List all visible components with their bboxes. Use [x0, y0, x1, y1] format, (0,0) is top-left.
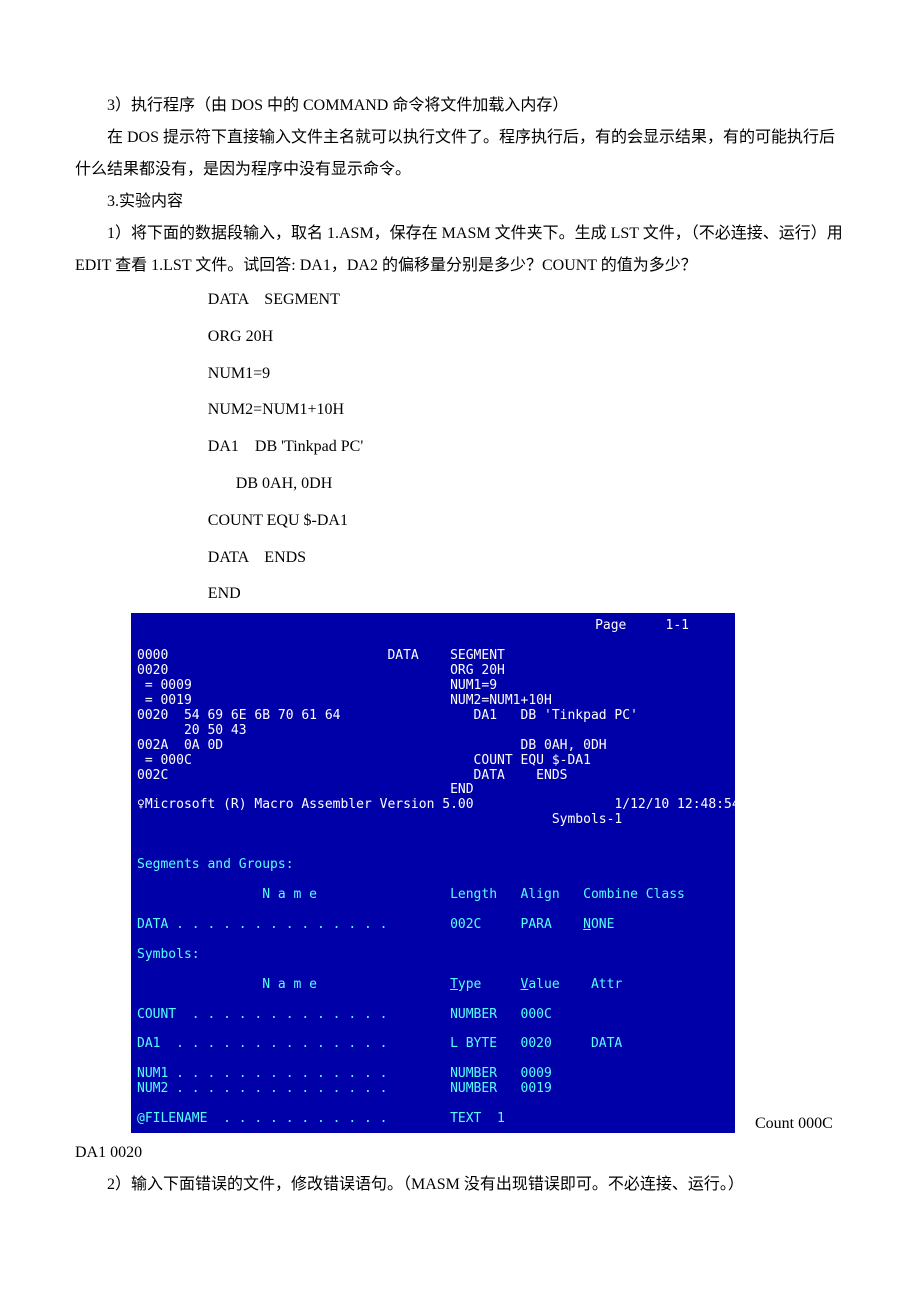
symbols-row-da1: DA1 . . . . . . . . . . . . . . L BYTE 0…: [137, 1036, 622, 1051]
lst-line: END: [137, 782, 474, 797]
paragraph-task2: 2）输入下面错误的文件，修改错误语句。（MASM 没有出现错误即可。不必连接、运…: [75, 1169, 845, 1201]
segments-columns: N a m e Length Align Combine Class: [137, 887, 685, 902]
symbols-columns: N a m e Type Value Attr: [137, 977, 622, 992]
lst-terminal-output: Page 1-1 0000 DATA SEGMENT 0020 ORG 20H …: [131, 613, 735, 1133]
answer-da1: DA1 0020: [75, 1137, 845, 1169]
code-line: NUM2=NUM1+10H: [208, 392, 845, 429]
lst-line: 0020 54 69 6E 6B 70 61 64 DA1 DB 'Tinkpa…: [137, 708, 638, 723]
code-line: NUM1=9: [208, 356, 845, 393]
code-line: END: [208, 576, 845, 613]
assembler-version: ♀Microsoft (R) Macro Assembler Version 5…: [137, 797, 474, 812]
symbols-label: Symbols-1: [137, 812, 622, 827]
lst-line: 0020 ORG 20H: [137, 663, 505, 678]
paragraph-dos-explain: 在 DOS 提示符下直接输入文件主名就可以执行文件了。程序执行后，有的会显示结果…: [75, 122, 845, 186]
paragraph-step3: 3）执行程序（由 DOS 中的 COMMAND 命令将文件加载入内存）: [75, 90, 845, 122]
lst-line: 002A 0A 0D DB 0AH, 0DH: [137, 738, 607, 753]
segments-row-data: DATA . . . . . . . . . . . . . . 002C PA…: [137, 917, 614, 932]
code-line: DA1 DB 'Tinkpad PC': [208, 429, 845, 466]
lst-line: 0000 DATA SEGMENT: [137, 648, 505, 663]
symbols-row-count: COUNT . . . . . . . . . . . . . NUMBER 0…: [137, 1007, 552, 1022]
lst-line: = 0019 NUM2=NUM1+10H: [137, 693, 552, 708]
answer-count: Count 000C: [755, 1115, 833, 1133]
lst-line: 002C DATA ENDS: [137, 768, 567, 783]
code-line: COUNT EQU $-DA1: [208, 503, 845, 540]
paragraph-task1: 1）将下面的数据段输入，取名 1.ASM，保存在 MASM 文件夹下。生成 LS…: [75, 218, 845, 282]
code-line: DATA ENDS: [208, 540, 845, 577]
segments-groups-header: Segments and Groups:: [137, 857, 294, 872]
page-indicator: Page 1-1: [137, 619, 729, 634]
heading-experiment-content: 3.实验内容: [75, 186, 845, 218]
lst-line: 20 50 43: [137, 723, 247, 738]
code-line: DATA SEGMENT: [208, 282, 845, 319]
symbols-row-filename: @FILENAME . . . . . . . . . . . TEXT 1: [137, 1111, 505, 1126]
asm-source-code: DATA SEGMENT ORG 20H NUM1=9 NUM2=NUM1+10…: [208, 282, 845, 613]
code-line: ORG 20H: [208, 319, 845, 356]
code-line: DB 0AH, 0DH: [208, 466, 845, 503]
symbols-header: Symbols:: [137, 947, 200, 962]
symbols-row-num2: NUM2 . . . . . . . . . . . . . . NUMBER …: [137, 1081, 552, 1096]
symbols-row-num1: NUM1 . . . . . . . . . . . . . . NUMBER …: [137, 1066, 552, 1081]
lst-line: = 000C COUNT EQU $-DA1: [137, 753, 591, 768]
lst-line: = 0009 NUM1=9: [137, 678, 497, 693]
timestamp: 1/12/10 12:48:54: [614, 797, 735, 812]
